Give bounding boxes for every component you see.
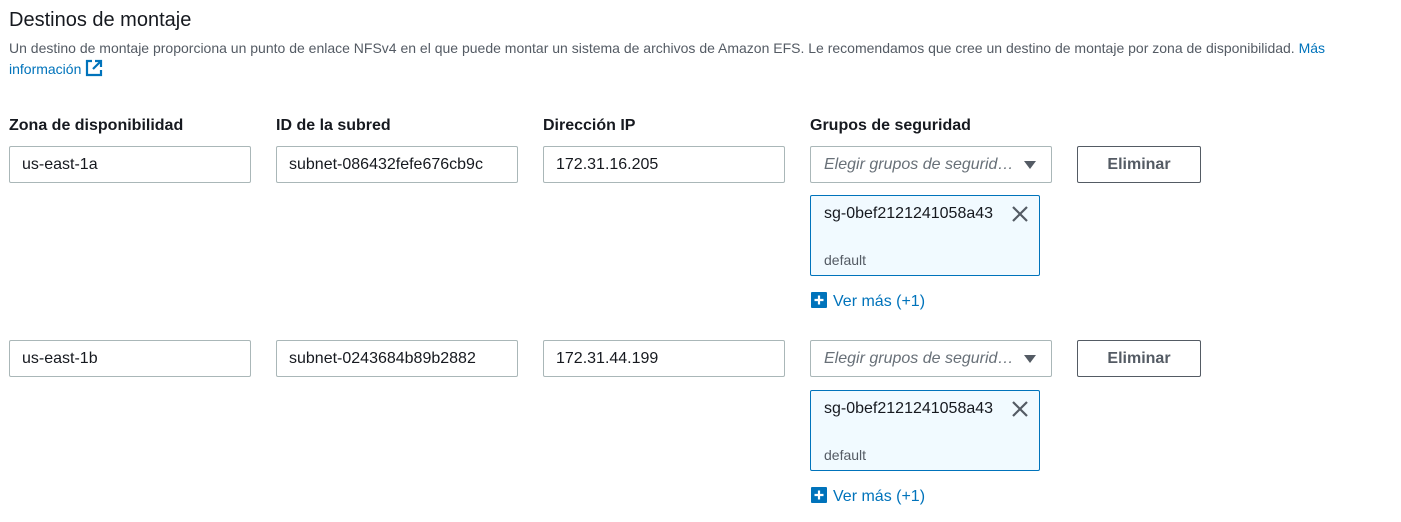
ip-address-input[interactable]: 172.31.16.205 (543, 146, 785, 183)
show-more-link[interactable]: Ver más (+1) (810, 291, 925, 315)
column-header-az: Zona de disponibilidad (9, 117, 184, 134)
show-more-label: Ver más (+1) (833, 293, 926, 310)
token-description: default (824, 252, 867, 268)
remove-button[interactable]: Eliminar (1077, 146, 1201, 183)
security-groups-select[interactable]: Elegir grupos de seguridad (810, 340, 1052, 377)
security-groups-placeholder: Elegir grupos de seguridad (824, 350, 1016, 367)
caret-down-icon (1024, 161, 1036, 169)
security-group-token: sg-0bef2121241058a43 default (810, 195, 1040, 276)
remove-button[interactable]: Eliminar (1077, 340, 1201, 377)
token-name: sg-0bef2121241058a43 (824, 400, 994, 417)
security-groups-placeholder: Elegir grupos de seguridad (824, 156, 1016, 173)
close-icon[interactable] (1011, 400, 1029, 418)
ip-address-input[interactable]: 172.31.44.199 (543, 340, 785, 377)
caret-down-icon (1024, 355, 1036, 363)
show-more-link[interactable]: Ver más (+1) (810, 486, 925, 510)
security-groups-select[interactable]: Elegir grupos de seguridad (810, 146, 1052, 183)
token-name: sg-0bef2121241058a43 (824, 205, 994, 222)
subnet-input[interactable]: subnet-086432fefe676cb9c (276, 146, 518, 183)
subnet-input[interactable]: subnet-0243684b89b2882 (276, 340, 518, 377)
security-group-token: sg-0bef2121241058a43 default (810, 390, 1040, 471)
plus-square-icon (810, 486, 828, 510)
section-description: Un destino de montaje proporciona un pun… (9, 38, 1339, 83)
plus-square-icon (810, 291, 828, 315)
az-input[interactable]: us-east-1a (9, 146, 251, 183)
token-description: default (824, 447, 867, 463)
column-header-subnet: ID de la subred (276, 117, 391, 134)
column-header-ip: Dirección IP (543, 117, 636, 134)
column-header-security-groups: Grupos de seguridad (810, 117, 971, 134)
close-icon[interactable] (1011, 205, 1029, 223)
az-input[interactable]: us-east-1b (9, 340, 251, 377)
section-title: Destinos de montaje (9, 9, 192, 31)
show-more-label: Ver más (+1) (833, 488, 926, 505)
mount-targets-section: Destinos de montaje Un destino de montaj… (0, 0, 1401, 522)
description-text: Un destino de montaje proporciona un pun… (9, 40, 1295, 56)
external-link-icon (85, 59, 103, 83)
